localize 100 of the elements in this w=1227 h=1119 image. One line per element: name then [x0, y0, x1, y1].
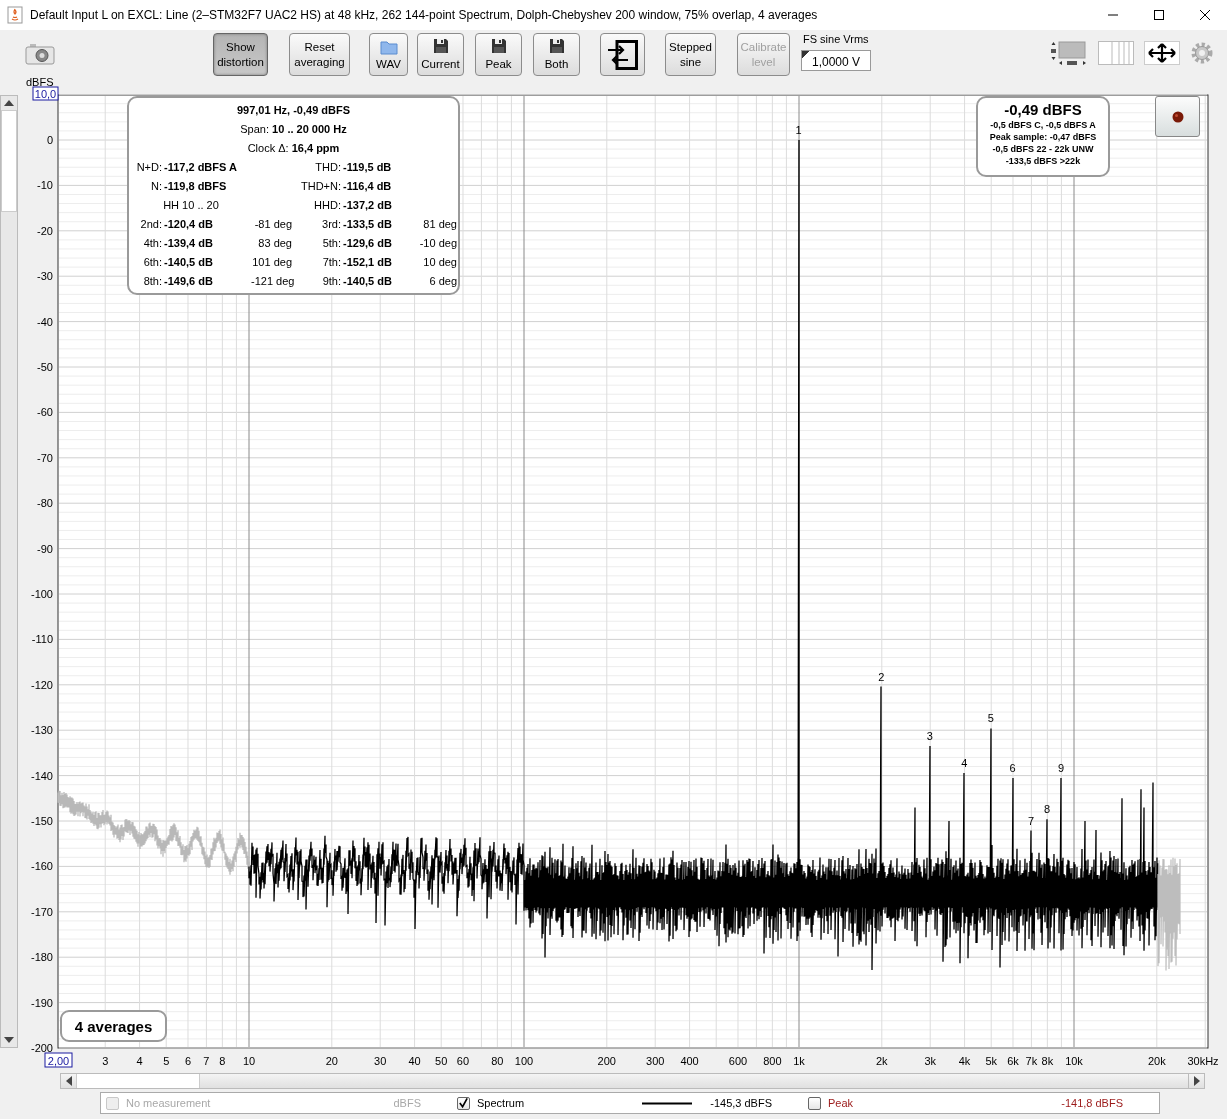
legend-label: No measurement: [126, 1097, 211, 1109]
harmonic-marker: 6: [1009, 761, 1016, 774]
toolbar-button[interactable]: Reset averaging: [289, 33, 350, 76]
voltage-field[interactable]: 1,0000 V: [801, 50, 871, 71]
import-arrow-icon: [607, 39, 638, 70]
fundamental-reading: 997,01 Hz, -0,49 dBFS: [236, 103, 351, 116]
harmonic-marker: 7: [1028, 814, 1035, 827]
axis-label: -60: [37, 406, 53, 419]
axis-label: -40: [37, 315, 53, 328]
vertical-scrollbar[interactable]: [0, 95, 18, 1048]
harmonic-marker: 3: [926, 730, 933, 743]
scroll-thumb[interactable]: [1, 110, 17, 212]
axis-label: 600: [728, 1055, 748, 1067]
axis-label: -180: [30, 951, 53, 964]
axis-label: 10: [242, 1055, 256, 1067]
panel-line: Clock Δ: 16,4 ppm: [247, 141, 340, 154]
record-button[interactable]: [1155, 96, 1200, 137]
axis-label: -110: [31, 633, 53, 646]
axis-label: 5: [163, 1055, 170, 1067]
scroll-right-icon[interactable]: [1193, 1076, 1200, 1086]
toolbar-button[interactable]: WAV: [369, 33, 408, 76]
phase-value: 6 deg: [429, 274, 457, 287]
axis-label: 4k: [958, 1055, 971, 1067]
toolbar-button[interactable]: Both: [533, 33, 580, 76]
axis-label: -150: [30, 815, 53, 827]
axis-label: 7: [203, 1055, 210, 1067]
axis-label: 6: [184, 1055, 192, 1067]
axis-label: -170: [30, 905, 53, 918]
axis-label: 7k: [1025, 1055, 1038, 1067]
measure-value: -116,4 dB: [343, 179, 393, 192]
axis-label: -140: [30, 769, 53, 782]
measure-label: 3rd:: [321, 217, 341, 230]
horizontal-scrollbar[interactable]: [60, 1073, 1205, 1089]
phase-value: -121 deg: [251, 274, 295, 287]
checkbox[interactable]: [457, 1096, 470, 1110]
measure-value: -149,6 dB: [164, 274, 214, 287]
harmonic-marker: 9: [1058, 761, 1065, 774]
axis-label: 5k: [985, 1055, 998, 1067]
axis-label: -20: [37, 224, 53, 237]
axis-label: 30kHz: [1187, 1055, 1219, 1067]
axis-label: -200: [30, 1042, 53, 1054]
harmonic-marker: 1: [795, 124, 802, 136]
axis-label: -120: [30, 678, 53, 691]
measure-label: 7th:: [321, 255, 341, 268]
close-icon[interactable]: [1199, 9, 1211, 21]
axis-label: 1k: [793, 1055, 805, 1067]
measure-label: 8th:: [142, 274, 162, 287]
measure-value: -133,5 dB: [343, 217, 393, 230]
record-icon: [1171, 110, 1184, 123]
harmonic-marker: 2: [878, 670, 885, 683]
toolbar-button[interactable]: Current: [417, 33, 464, 76]
axis-label: 6k: [1007, 1055, 1019, 1067]
phase-value: 101 deg: [252, 255, 292, 268]
import-button[interactable]: [600, 33, 645, 76]
axis-label: -80: [37, 497, 53, 510]
axis-label: 40: [408, 1055, 421, 1067]
scroll-thumb[interactable]: [76, 1074, 200, 1088]
axis-label: -30: [37, 270, 53, 283]
level-reading: -0,49 dBFS: [1004, 100, 1082, 119]
measure-label: 4th:: [142, 236, 162, 249]
measure-label: THD:: [314, 160, 341, 173]
measure-value: -152,1 dB: [343, 255, 393, 268]
axis-label: -50: [37, 361, 53, 373]
scroll-left-icon[interactable]: [65, 1076, 72, 1086]
axis-label: 4: [136, 1055, 143, 1067]
axis-label: -10: [37, 179, 53, 192]
measure-label: N+D:: [135, 160, 162, 173]
checkbox[interactable]: [808, 1096, 821, 1110]
axis-label: 2k: [875, 1055, 888, 1067]
axis-label: 200: [597, 1055, 616, 1067]
phase-value: 81 deg: [423, 217, 457, 230]
maximize-icon[interactable]: [1153, 9, 1165, 21]
legend-reading: -145,3 dBFS: [710, 1097, 772, 1109]
axis-max-field[interactable]: 10,0: [32, 86, 59, 101]
layout-icon[interactable]: [1048, 39, 1088, 67]
field-label: FS sine Vrms: [803, 33, 870, 45]
measure-label: THD+N:: [299, 179, 341, 192]
axis-min-field[interactable]: 2,00: [44, 1052, 73, 1068]
axis-label: 8k: [1041, 1055, 1054, 1067]
move-arrows-icon[interactable]: [1144, 41, 1180, 65]
toolbar-button[interactable]: Stepped sine: [665, 33, 716, 76]
harmonic-marker: 8: [1043, 803, 1051, 816]
measure-value: -119,5 dB: [343, 160, 393, 173]
axis-label: 60: [456, 1055, 470, 1067]
measure-value: -137,2 dB: [343, 198, 393, 211]
camera-icon[interactable]: [25, 43, 55, 65]
axis-label: 50: [435, 1055, 448, 1067]
scroll-up-icon[interactable]: [4, 100, 14, 106]
axis-label: 10k: [1065, 1055, 1083, 1067]
legend-label: Spectrum: [477, 1097, 525, 1109]
axis-label: -70: [37, 451, 53, 464]
axis-label: 0: [46, 134, 53, 146]
phase-value: 83 deg: [258, 236, 292, 249]
axis-label: 400: [680, 1055, 699, 1067]
toolbar-button[interactable]: Peak: [475, 33, 522, 76]
toolbar-button[interactable]: Show distortion: [213, 33, 268, 76]
measure-label: HH 10 .. 20: [162, 198, 220, 211]
harmonic-marker: 4: [961, 756, 968, 769]
line-sample-icon: [642, 1101, 693, 1105]
scroll-down-icon[interactable]: [4, 1037, 14, 1043]
